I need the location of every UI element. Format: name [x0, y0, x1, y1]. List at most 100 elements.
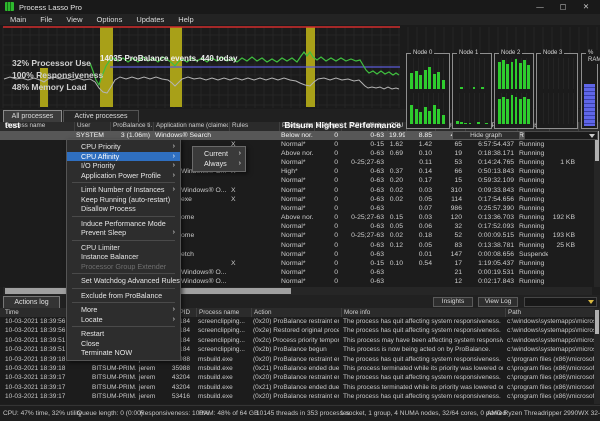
cpu-core-bars	[455, 58, 489, 89]
log-cell: c:\windows\systemapps\microsof	[505, 336, 597, 345]
menu-item-terminate-now[interactable]: Terminate NOW	[67, 348, 180, 358]
cell-cpu-gro-: 0	[314, 176, 340, 185]
scrollbar-thumb[interactable]	[595, 310, 599, 334]
cell-cpu-gro-: 0	[314, 222, 340, 231]
cell-priority-class: Normal*	[279, 250, 313, 259]
log-column-header[interactable]: Path	[505, 308, 597, 317]
column-header[interactable]: ProBalance ti..	[110, 122, 152, 131]
cell-priority-class: Normal*	[279, 268, 313, 277]
menu-separator	[72, 273, 175, 274]
minimize-button[interactable]: —	[531, 0, 549, 13]
cell-cpu-avg: 0.07	[406, 204, 434, 213]
probalance-events-label: 14035 ProBalance events, 440 today	[100, 54, 237, 63]
column-header[interactable]: User	[74, 122, 110, 131]
cell-cpu-affinity: 0-63	[341, 268, 386, 277]
tab-active-processes[interactable]: Active processes	[63, 110, 139, 122]
menu-item-prevent-sleep[interactable]: Prevent Sleep›	[67, 228, 180, 238]
filter-icon	[588, 300, 594, 304]
ram-panel-label: % RAM	[586, 50, 600, 64]
menu-item-close[interactable]: Close	[67, 339, 180, 349]
menu-item-cpu-affinity[interactable]: CPU Affinity›	[67, 152, 180, 162]
tab-actions-log[interactable]: Actions log	[3, 296, 60, 308]
menu-item-disallow-process[interactable]: Disallow Process	[67, 204, 180, 214]
log-cell: 53416	[160, 392, 192, 401]
cell-cpu-: 0.10	[387, 259, 405, 268]
process-table-scrollbar[interactable]	[594, 122, 600, 287]
core-usage-bar	[437, 72, 440, 89]
cell-cpu-: 0.37	[387, 167, 405, 176]
insights-button[interactable]: Insights	[433, 297, 473, 307]
cell-cpu-time: 0:25:57.390	[465, 204, 516, 213]
cell-cpu-avg: 8.85	[406, 131, 434, 140]
menu-item-induce-performance-mode[interactable]: Induce Performance Mode	[67, 219, 180, 229]
core-usage-bar	[456, 121, 459, 124]
menu-item-limit-number-of-instances[interactable]: Limit Number of Instances›	[67, 185, 180, 195]
cell-i-o-delta: 192 KB	[549, 213, 577, 222]
column-header[interactable]: Application name (claimed)	[153, 122, 228, 131]
menu-item-processor-group-extender: Processor Group Extender	[67, 262, 180, 272]
menu-item-exclude-from-probalance[interactable]: Exclude from ProBalance	[67, 291, 180, 301]
log-cell: screenclipping...	[196, 336, 249, 345]
cell-cpu-affinity: 0-63	[341, 241, 386, 250]
log-row[interactable]: 10-03-2021 18:39:17BITSUM-PRIM...jerem53…	[0, 392, 594, 401]
menu-updates[interactable]: Updates	[129, 15, 171, 24]
status-item: 1 socket, 1 group, 4 NUMA nodes, 32/64 c…	[340, 410, 506, 417]
cell-threa-: 52	[435, 231, 464, 240]
core-usage-bar	[419, 112, 422, 124]
log-column-header[interactable]: More info	[341, 308, 503, 317]
log-row[interactable]: 10-03-2021 18:39:17BITSUM-PRIM...jerem43…	[0, 383, 594, 392]
menu-file[interactable]: File	[33, 15, 59, 24]
graph-preset-dropdown[interactable]	[524, 131, 598, 140]
menu-item-locate[interactable]: Locate›	[67, 315, 180, 325]
performance-graph[interactable]: 32% Processor Use 100% Responsiveness 48…	[0, 25, 600, 109]
cell-i-o-delta: 25 KB	[549, 241, 577, 250]
cell-priority-class: Normal*	[279, 277, 313, 286]
cell-cpu-affinity: 0-63	[341, 131, 386, 140]
log-column-header[interactable]: Action	[251, 308, 339, 317]
menu-item-keep-running-auto-restart-[interactable]: Keep Running (auto-restart)	[67, 195, 180, 205]
menu-main[interactable]: Main	[3, 15, 33, 24]
close-button[interactable]: ✕	[577, 0, 595, 13]
core-usage-bar	[511, 95, 514, 124]
menu-item-cpu-limiter[interactable]: CPU Limiter	[67, 243, 180, 253]
chevron-down-icon	[589, 134, 595, 138]
log-row[interactable]: 10-03-2021 18:39:17BITSUM-PRIM...jerem43…	[0, 373, 594, 382]
cell-status: Running	[517, 158, 548, 167]
menu-item-application-power-profile[interactable]: Application Power Profile›	[67, 171, 180, 181]
cpu-core-bars	[497, 58, 531, 89]
log-row[interactable]: 10-03-2021 18:39:18BITSUM-PRIM...jerem35…	[0, 364, 594, 373]
cell-cpu-time: 0:09:33.843	[465, 186, 516, 195]
cpu-core-bars	[409, 93, 447, 124]
log-cell: c:\program files (x86)\microsoft v	[505, 364, 597, 373]
submenu-arrow-icon: ›	[173, 142, 175, 152]
core-usage-bar	[469, 123, 472, 124]
submenu-item-always[interactable]: Always›	[193, 159, 245, 169]
cell-status: Running	[517, 259, 548, 268]
menu-item-instance-balancer[interactable]: Instance Balancer	[67, 252, 180, 262]
log-filter-input[interactable]	[524, 297, 597, 307]
cell-cpu-affinity: 0-15	[341, 259, 386, 268]
log-column-header[interactable]: Process name	[196, 308, 249, 317]
cell-threa-: 114	[435, 195, 464, 204]
cpu-core-bars	[539, 58, 575, 89]
cell-cpu-time: 0:00:19.531	[465, 268, 516, 277]
cell-priority-class: Normal*	[279, 158, 313, 167]
menu-item-set-watchdog-advanced-rules-[interactable]: Set Watchdog Advanced Rules...	[67, 276, 180, 286]
menu-options[interactable]: Options	[89, 15, 129, 24]
submenu-item-current[interactable]: Current›	[193, 149, 245, 159]
menu-item-more[interactable]: More›	[67, 305, 180, 315]
menu-item-cpu-priority[interactable]: CPU Priority›	[67, 142, 180, 152]
menu-view[interactable]: View	[59, 15, 89, 24]
view-log-button[interactable]: View Log	[478, 297, 518, 307]
core-usage-bar	[473, 87, 476, 89]
log-cell: screenclipping...	[196, 317, 249, 326]
hide-graph-button[interactable]: Hide graph	[452, 131, 520, 140]
menu-item-restart[interactable]: Restart	[67, 329, 180, 339]
actions-log-scrollbar[interactable]	[594, 308, 600, 404]
memory-load-label: 48% Memory Load	[12, 82, 87, 92]
maximize-button[interactable]: ▢	[554, 0, 572, 13]
menu-item-i-o-priority[interactable]: I/O Priority›	[67, 161, 180, 171]
menu-help[interactable]: Help	[171, 15, 200, 24]
cpu-affinity-submenu: Current›Always›	[192, 146, 246, 172]
log-cell: (0x21) ProBalance ended due to ...	[251, 364, 339, 373]
